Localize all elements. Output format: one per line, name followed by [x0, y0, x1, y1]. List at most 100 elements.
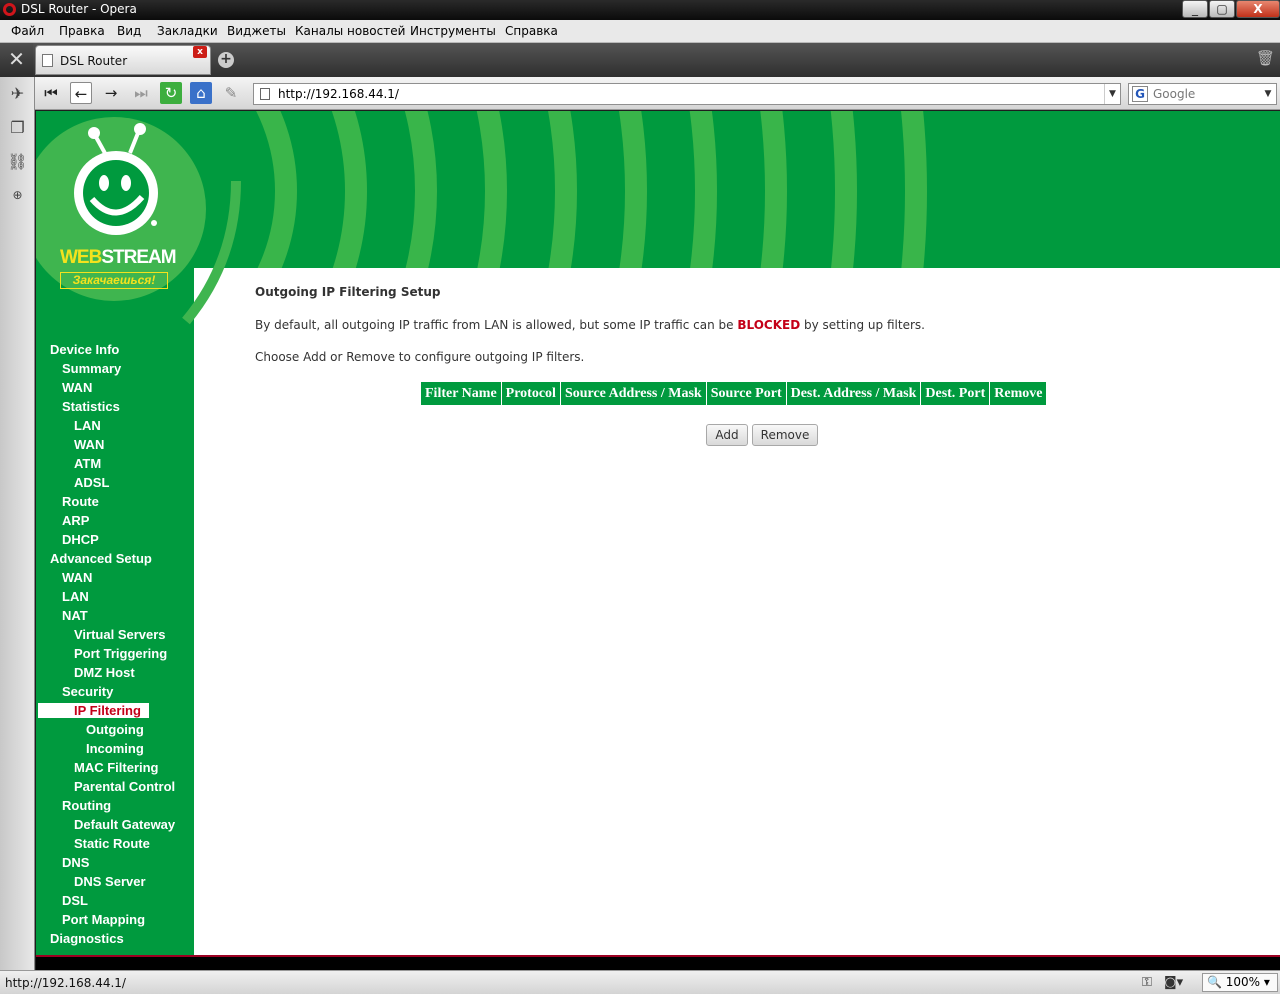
tab-bar: ✕ DSL Router x + 🗑: [0, 43, 1280, 77]
status-url: http://192.168.44.1/: [5, 976, 126, 990]
sidebar-item-summary[interactable]: Summary: [62, 361, 121, 376]
sidebar-item-diagnostics[interactable]: Diagnostics: [50, 931, 124, 946]
security-icon[interactable]: ⚿: [1142, 975, 1152, 990]
sidebar-item-lan[interactable]: LAN: [74, 418, 101, 433]
sidebar-item-static-route[interactable]: Static Route: [74, 836, 150, 851]
col-source-address: Source Address / Mask: [559, 381, 707, 406]
side-panel: ✈ ❐ ⛓ ⊕: [0, 77, 35, 970]
sidebar-item-wan[interactable]: WAN: [62, 570, 92, 585]
col-dest-port: Dest. Port: [920, 381, 991, 406]
sidebar-item-outgoing[interactable]: Outgoing: [86, 722, 144, 737]
search-field[interactable]: G Google ▼: [1128, 83, 1277, 105]
fast-forward-icon[interactable]: ⏭: [130, 82, 152, 104]
window-title: DSL Router - Opera: [21, 2, 137, 16]
reload-button[interactable]: ↻: [160, 82, 182, 104]
address-field[interactable]: http://192.168.44.1/ ▼: [253, 83, 1121, 105]
col-filter-name: Filter Name: [420, 381, 502, 406]
sidebar-item-incoming[interactable]: Incoming: [86, 741, 144, 756]
sidebar-item-dns-server[interactable]: DNS Server: [74, 874, 146, 889]
menu-bookmarks[interactable]: Закладки: [157, 24, 218, 38]
webstream-logo: WEBSTREAM: [60, 247, 177, 268]
add-panel-icon[interactable]: ⊕: [7, 185, 28, 206]
google-icon: G: [1132, 86, 1148, 102]
sidebar-item-dsl[interactable]: DSL: [62, 893, 88, 908]
sidebar-item-security[interactable]: Security: [62, 684, 113, 699]
add-button[interactable]: Add: [706, 424, 748, 446]
sidebar-item-advanced-setup[interactable]: Advanced Setup: [50, 551, 152, 566]
sidebar-item-dns[interactable]: DNS: [62, 855, 89, 870]
col-dest-address: Dest. Address / Mask: [785, 381, 922, 406]
sidebar-item-adsl[interactable]: ADSL: [74, 475, 109, 490]
menu-help[interactable]: Справка: [505, 24, 558, 38]
back-button[interactable]: ←: [70, 82, 92, 104]
menu-feeds[interactable]: Каналы новостей: [295, 24, 405, 38]
sidebar-item-virtual-servers[interactable]: Virtual Servers: [74, 627, 166, 642]
zoom-icon: 🔍: [1207, 975, 1226, 989]
menu-view[interactable]: Вид: [117, 24, 141, 38]
menu-widgets[interactable]: Виджеты: [227, 24, 286, 38]
sidebar-item-atm[interactable]: ATM: [74, 456, 101, 471]
zoom-level: 100%: [1225, 975, 1261, 989]
smiley-logo-icon: [74, 123, 158, 235]
content-area: [194, 268, 1280, 955]
edit-icon[interactable]: ✎: [220, 82, 242, 104]
menu-edit[interactable]: Правка: [59, 24, 105, 38]
intro-text: By default, all outgoing IP traffic from…: [255, 318, 925, 332]
link-icon[interactable]: ⛓: [7, 151, 28, 172]
close-tab-icon[interactable]: x: [193, 46, 207, 58]
rewind-icon[interactable]: ⏮: [40, 82, 62, 104]
trash-icon[interactable]: 🗑: [1256, 49, 1275, 69]
instruction-text: Choose Add or Remove to configure outgoi…: [255, 350, 585, 364]
sidebar-item-lan[interactable]: LAN: [62, 589, 89, 604]
sidebar-item-device-info[interactable]: Device Info: [50, 342, 119, 357]
forward-button[interactable]: →: [100, 82, 122, 104]
notes-icon[interactable]: ❐: [7, 117, 28, 138]
home-button[interactable]: ⌂: [190, 82, 212, 104]
sidebar-item-port-mapping[interactable]: Port Mapping: [62, 912, 145, 927]
page-icon: [260, 88, 270, 100]
page-icon: [42, 54, 53, 67]
camera-icon[interactable]: ◙▾: [1164, 975, 1183, 990]
sidebar-item-dmz-host[interactable]: DMZ Host: [74, 665, 135, 680]
new-tab-button[interactable]: +: [218, 52, 234, 68]
filter-table: Filter Name Protocol Source Address / Ma…: [420, 381, 1048, 406]
sidebar-item-mac-filtering[interactable]: MAC Filtering: [74, 760, 159, 775]
remove-button[interactable]: Remove: [752, 424, 818, 446]
page-bottom-strip: [36, 955, 1280, 970]
menu-tools[interactable]: Инструменты: [410, 24, 496, 38]
sidebar-item-nat[interactable]: NAT: [62, 608, 88, 623]
search-dropdown-icon[interactable]: ▼: [1260, 84, 1276, 104]
minimize-button[interactable]: _: [1182, 0, 1208, 18]
satellite-icon[interactable]: ✈: [7, 83, 28, 104]
sidebar-item-parental-control[interactable]: Parental Control: [74, 779, 175, 794]
address-dropdown-icon[interactable]: ▼: [1104, 84, 1120, 104]
col-protocol: Protocol: [500, 381, 561, 406]
close-window-button[interactable]: X: [1236, 0, 1280, 18]
sidebar-item-port-triggering[interactable]: Port Triggering: [74, 646, 167, 661]
window-titlebar: DSL Router - Opera _ ▢ X: [0, 0, 1280, 20]
sidebar-item-ip-filtering[interactable]: IP Filtering: [38, 703, 149, 718]
sidebar-item-default-gateway[interactable]: Default Gateway: [74, 817, 175, 832]
menu-file[interactable]: Файл: [11, 24, 44, 38]
menu-bar: Файл Правка Вид Закладки Виджеты Каналы …: [0, 20, 1280, 43]
address-url: http://192.168.44.1/: [278, 87, 399, 101]
sidebar-item-routing[interactable]: Routing: [62, 798, 111, 813]
sidebar-item-wan[interactable]: WAN: [74, 437, 104, 452]
table-header-row: Filter Name Protocol Source Address / Ma…: [420, 381, 1048, 406]
navigation-bar: ⏮ ← → ⏭ ↻ ⌂ ✎ http://192.168.44.1/ ▼ G G…: [35, 77, 1280, 110]
opera-logo-icon: [3, 3, 16, 16]
maximize-button[interactable]: ▢: [1209, 0, 1235, 18]
zoom-control[interactable]: 🔍 100% ▾: [1202, 973, 1278, 992]
sidebar-item-route[interactable]: Route: [62, 494, 99, 509]
col-remove: Remove: [989, 381, 1048, 406]
main-heading-wrap: Outgoing IP Filtering Setup: [255, 285, 440, 299]
tab-dsl-router[interactable]: DSL Router x: [35, 45, 211, 75]
col-source-port: Source Port: [705, 381, 787, 406]
sidebar-item-wan[interactable]: WAN: [62, 380, 92, 395]
panel-toggle-icon[interactable]: ✕: [0, 43, 33, 77]
tab-title: DSL Router: [60, 54, 128, 68]
sidebar-item-arp[interactable]: ARP: [62, 513, 89, 528]
sidebar-item-dhcp[interactable]: DHCP: [62, 532, 99, 547]
sidebar-item-statistics[interactable]: Statistics: [62, 399, 120, 414]
blocked-keyword: BLOCKED: [737, 318, 801, 332]
